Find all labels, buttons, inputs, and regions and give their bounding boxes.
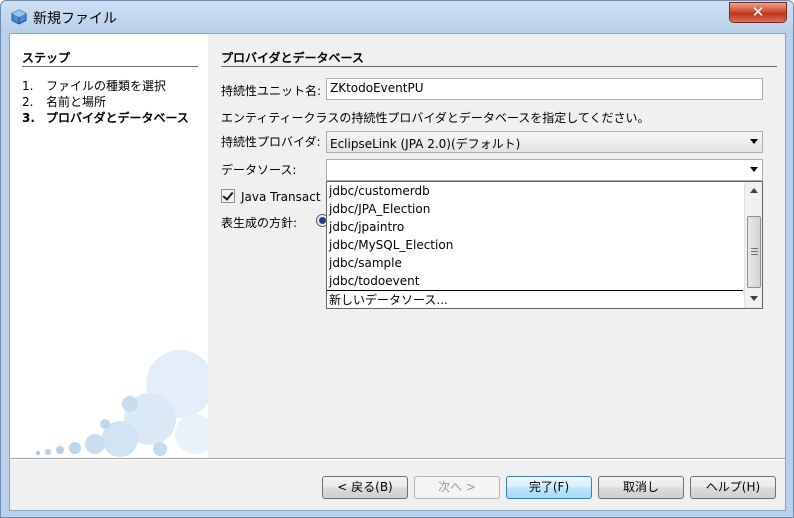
datasource-select[interactable]	[326, 159, 763, 181]
grip-line	[751, 251, 758, 252]
next-button[interactable]: 次へ >	[414, 476, 500, 499]
unit-name-label: 持続性ユニット名:	[221, 84, 322, 98]
table-strategy-label: 表生成の方針:	[221, 216, 298, 230]
scroll-thumb[interactable]	[747, 216, 761, 288]
provider-value: EclipseLink (JPA 2.0)(デフォルト)	[330, 137, 521, 151]
dropdown-item-jpaintro[interactable]: jdbc/jpaintro	[329, 218, 404, 236]
close-button[interactable]: ✕	[729, 2, 787, 23]
steps-divider	[22, 66, 198, 67]
grip-line	[751, 254, 758, 255]
back-button[interactable]: < 戻る(B)	[322, 476, 408, 499]
provider-label: 持続性プロバイダ:	[221, 135, 321, 149]
chevron-down-icon	[750, 167, 758, 172]
dropdown-item-mysql-election[interactable]: jdbc/MySQL_Election	[329, 236, 453, 254]
window-title: 新規ファイル	[33, 11, 117, 27]
title-bar[interactable]: 新規ファイル ✕	[1, 1, 793, 33]
dropdown-item-sample[interactable]: jdbc/sample	[329, 254, 402, 272]
settings-panel: プロバイダとデータベース 持続性ユニット名: ZKtodoEventPU エンテ…	[209, 34, 785, 458]
dropdown-scrollbar[interactable]	[744, 182, 762, 308]
cancel-button[interactable]: 取消し	[598, 476, 684, 499]
dropdown-item-jpa-election[interactable]: jdbc/JPA_Election	[329, 200, 430, 218]
step-3-current: 3. プロバイダとデータベース	[22, 111, 189, 125]
dialog-client: ステップ 1. ファイルの種類を選択 2. 名前と場所 3. プロバイダとデータベース	[9, 33, 786, 511]
scroll-up-icon[interactable]	[750, 188, 758, 193]
provider-select[interactable]: EclipseLink (JPA 2.0)(デフォルト)	[326, 131, 763, 153]
scroll-down-icon[interactable]	[750, 296, 758, 301]
description-text: エンティティークラスの持続性プロバイダとデータベースを指定してください。	[221, 111, 650, 125]
unit-name-input[interactable]: ZKtodoEventPU	[326, 78, 763, 100]
panel-title: プロバイダとデータベース	[221, 51, 364, 65]
help-button[interactable]: ヘルプ(H)	[690, 476, 776, 499]
dialog-window: 新規ファイル ✕ ステップ 1. ファイルの種類を選択 2. 名前と場所 3. プロバ…	[0, 0, 794, 518]
dropdown-item-new-datasource[interactable]: 新しいデータソース...	[329, 291, 448, 309]
datasource-dropdown-list: jdbc/customerdb jdbc/JPA_Election jdbc/j…	[326, 181, 763, 309]
dropdown-item-todoevent[interactable]: jdbc/todoevent	[329, 272, 419, 290]
finish-button[interactable]: 完了(F)	[506, 476, 592, 499]
step-1: 1. ファイルの種類を選択	[22, 79, 167, 93]
netbeans-cube-icon	[11, 9, 27, 25]
datasource-label: データソース:	[221, 163, 297, 177]
steps-title: ステップ	[22, 51, 71, 65]
panel-divider	[221, 66, 777, 67]
java-transaction-label: Java Transact	[241, 190, 321, 204]
chevron-down-icon	[750, 139, 758, 144]
java-transaction-checkbox[interactable]	[221, 189, 235, 203]
dropdown-item-customerdb[interactable]: jdbc/customerdb	[329, 182, 430, 200]
footer-divider	[10, 458, 785, 460]
grip-line	[751, 248, 758, 249]
steps-panel: ステップ 1. ファイルの種類を選択 2. 名前と場所 3. プロバイダとデータベース	[10, 34, 208, 458]
step-2: 2. 名前と場所	[22, 95, 107, 109]
decorative-bubbles	[36, 350, 208, 457]
